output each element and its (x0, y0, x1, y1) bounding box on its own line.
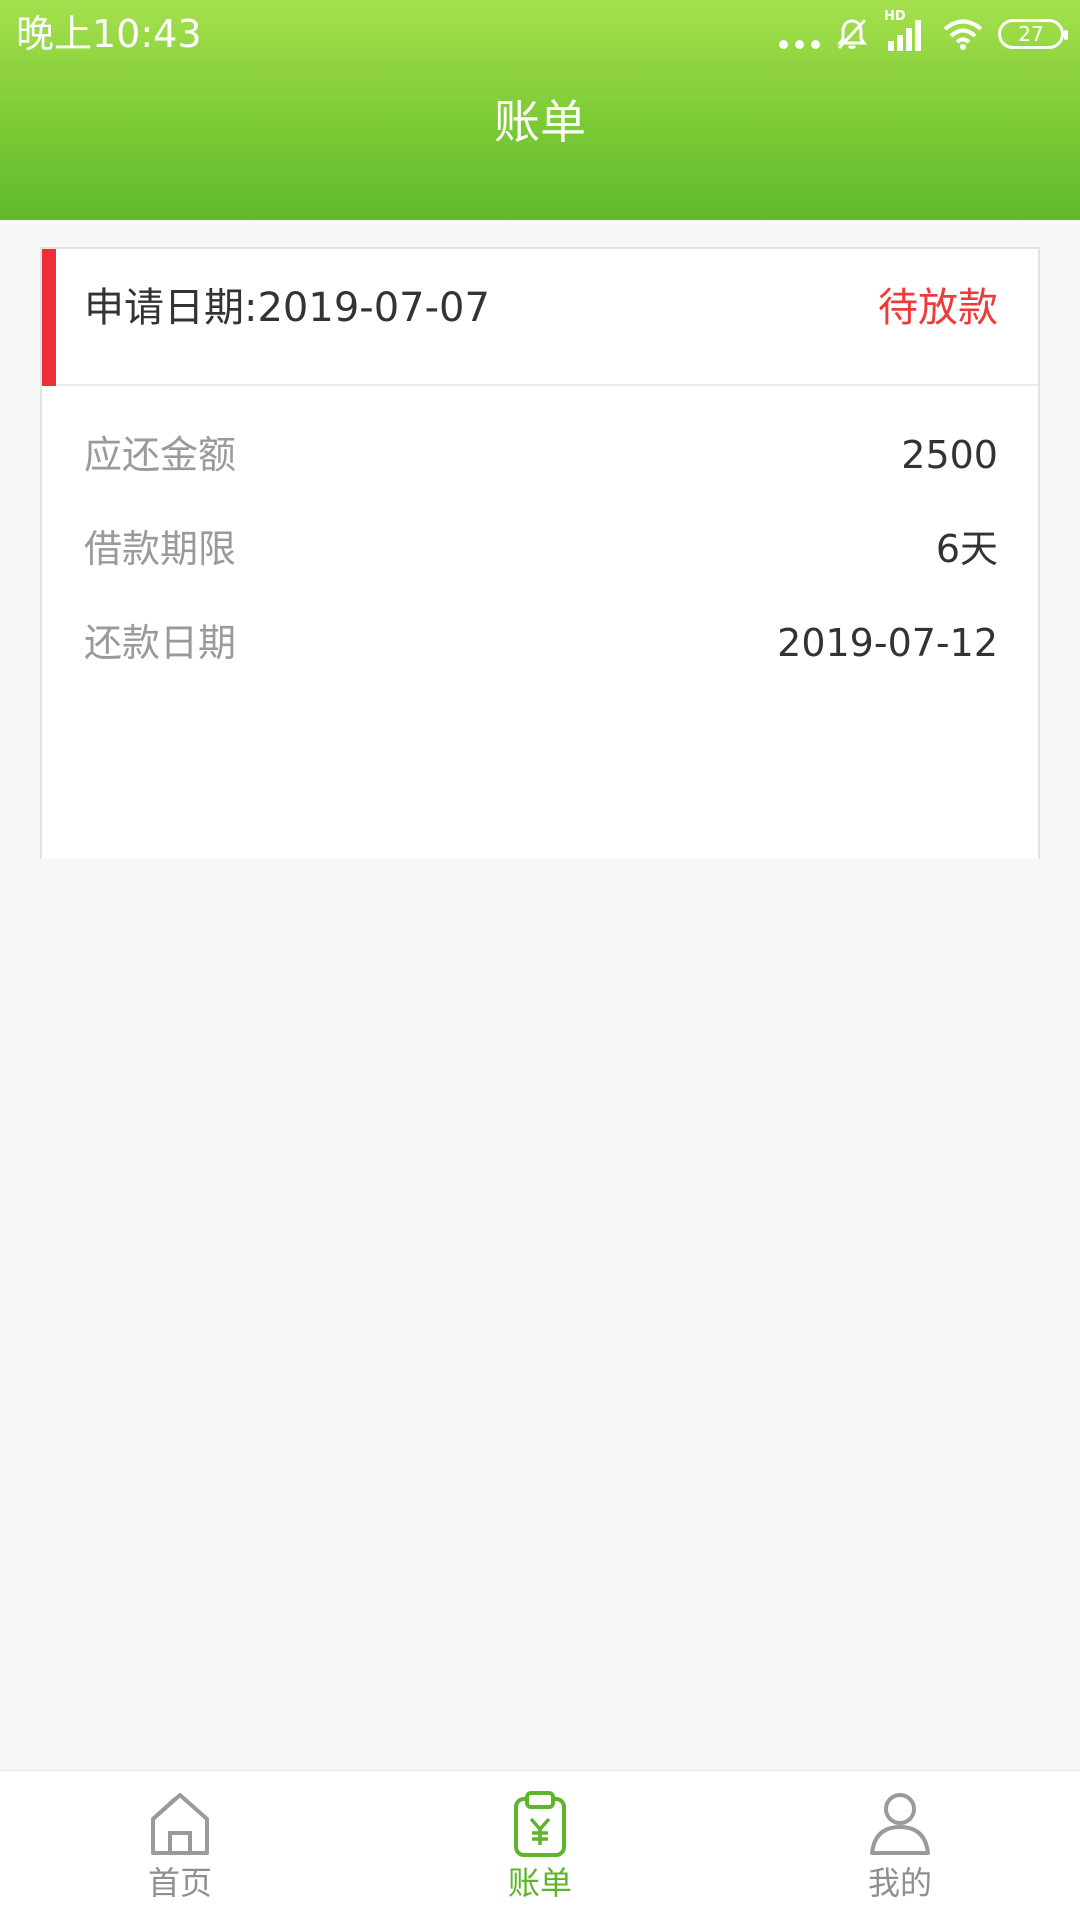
profile-icon (870, 1793, 930, 1855)
detail-row-due-date: 还款日期 2019-07-12 (84, 618, 998, 668)
bill-icon (514, 1791, 566, 1857)
more-dots-icon (779, 19, 820, 49)
home-icon (151, 1793, 209, 1855)
apply-date: 申请日期:2019-07-07 (84, 285, 490, 331)
battery-icon: 27 (998, 19, 1068, 49)
page-title: 账单 (494, 95, 586, 149)
loan-status: 待放款 (878, 285, 998, 331)
detail-value: 2019-07-12 (777, 621, 998, 665)
detail-value: 6天 (935, 527, 998, 571)
mute-bell-icon (837, 18, 867, 50)
bill-card-header: 申请日期:2019-07-07 待放款 (42, 249, 1038, 386)
nav-item-profile[interactable]: 我的 (720, 1771, 1080, 1920)
nav-label: 账单 (507, 1864, 572, 1902)
app-header: 晚上10:43 HD 27 账单 (0, 0, 1080, 220)
nav-item-bill[interactable]: 账单 (360, 1771, 720, 1920)
nav-item-home[interactable]: 首页 (0, 1771, 360, 1920)
battery-level: 27 (1018, 22, 1044, 46)
status-icons: HD 27 (779, 9, 1068, 54)
detail-label: 还款日期 (84, 621, 237, 665)
bill-card[interactable]: 申请日期:2019-07-07 待放款 应还金额 2500 借款期限 6天 还款… (40, 247, 1040, 859)
status-accent-bar (42, 249, 56, 386)
status-bar: 晚上10:43 HD 27 (0, 0, 1080, 70)
detail-label: 应还金额 (84, 433, 237, 477)
detail-row-amount: 应还金额 2500 (84, 430, 998, 480)
wifi-icon (943, 19, 983, 50)
detail-value: 2500 (901, 433, 998, 477)
nav-label: 首页 (147, 1864, 212, 1902)
nav-label: 我的 (867, 1864, 932, 1902)
detail-row-term: 借款期限 6天 (84, 524, 998, 574)
detail-label: 借款期限 (84, 527, 237, 571)
signal-icon: HD (884, 9, 928, 53)
status-time: 晚上10:43 (16, 12, 202, 56)
bottom-nav: 首页 账单 我的 (0, 1770, 1080, 1920)
